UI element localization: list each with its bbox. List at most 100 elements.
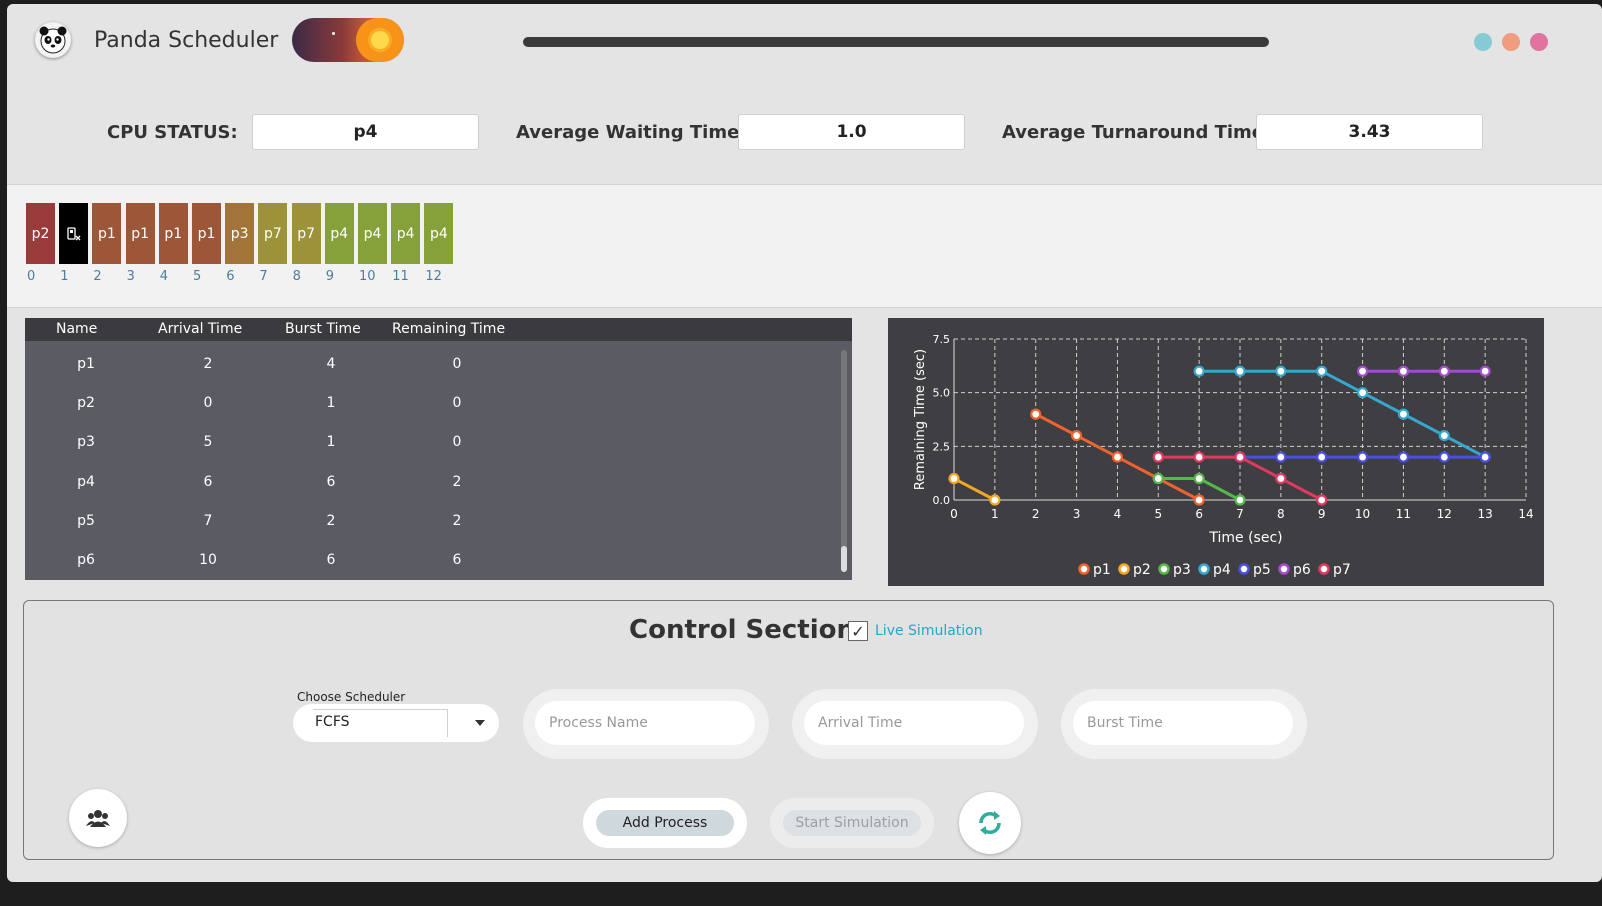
table-row[interactable]: p3 5 1 0 (25, 423, 837, 462)
data-point-p3 (1193, 472, 1205, 485)
chart-y-tick-label: 7.5 (933, 333, 951, 346)
data-point-p6 (1356, 365, 1369, 377)
table-header: Name Arrival Time Burst Time Remaining T… (25, 318, 852, 341)
gantt-tick-label: 8 (292, 269, 301, 284)
table-cell: 6 (326, 473, 336, 490)
users-button[interactable] (69, 789, 127, 847)
add-process-button[interactable]: Add Process (596, 810, 734, 836)
app-window: Panda Scheduler CPU STATUS: p4 Average W… (7, 4, 1602, 882)
chart-x-tick-label: 7 (1236, 507, 1244, 521)
data-point-p4 (1193, 365, 1205, 377)
legend-label-p2[interactable]: p2 (1133, 562, 1151, 578)
scheduler-selected-value: FCFS (315, 714, 350, 730)
legend-label-p6[interactable]: p6 (1293, 562, 1311, 578)
data-point-p2 (989, 494, 1001, 506)
table-cell: 2 (452, 512, 462, 529)
data-point-p4 (1275, 365, 1287, 377)
control-section: Control Section ✓ Live Simulation Choose… (23, 600, 1554, 860)
legend-label-p3[interactable]: p3 (1173, 562, 1191, 578)
window-dot-orange[interactable] (1502, 33, 1520, 51)
table-cell: 0 (452, 434, 462, 451)
legend-marker-p4 (1198, 563, 1210, 575)
data-point-p6 (1479, 365, 1491, 377)
table-cell: 6 (326, 552, 336, 568)
table-row[interactable]: p2 0 1 0 (25, 384, 837, 423)
table-scrollbar[interactable] (841, 350, 847, 572)
data-point-p5 (1316, 451, 1328, 463)
column-header-name[interactable]: Name (56, 321, 97, 337)
data-point-p7 (1193, 451, 1205, 463)
column-header-remaining-time[interactable]: Remaining Time (392, 321, 505, 337)
table-cell: 0 (203, 395, 213, 412)
legend-marker-p6 (1278, 563, 1290, 575)
gantt-block: p1 (125, 203, 155, 264)
data-point-p4 (1397, 408, 1410, 420)
burst-time-input[interactable] (1073, 701, 1293, 745)
table-row[interactable]: p5 7 2 2 (25, 502, 837, 541)
table-cell: p6 (77, 552, 95, 568)
table-cell: 1 (326, 434, 336, 451)
data-point-p5 (1438, 451, 1450, 463)
process-name-input[interactable] (535, 701, 755, 745)
chart-y-tick-label: 0.0 (933, 494, 951, 507)
chart-x-tick-label: 1 (991, 507, 999, 521)
gantt-block: p7 (291, 203, 321, 264)
column-header-burst-time[interactable]: Burst Time (285, 321, 361, 337)
legend-label-p4[interactable]: p4 (1213, 562, 1231, 578)
theme-toggle[interactable] (292, 18, 404, 62)
window-dot-cyan[interactable] (1474, 33, 1492, 51)
chart-y-axis-label: Remaining Time (sec) (913, 349, 928, 490)
gantt-block: p3 (225, 203, 255, 264)
table-row[interactable]: p6 10 6 6 (25, 541, 837, 580)
table-cell: 10 (199, 552, 217, 568)
refresh-icon (979, 811, 1001, 835)
table-row[interactable]: p1 2 4 0 (25, 345, 837, 384)
data-point-p5 (1479, 451, 1491, 463)
chart-x-axis-label: Time (sec) (1208, 530, 1282, 546)
table-cell: 6 (203, 473, 213, 490)
table-cell: p3 (77, 434, 95, 451)
window-dot-pink[interactable] (1530, 33, 1548, 51)
app-title: Panda Scheduler (94, 28, 279, 53)
idle-cpu-icon (67, 226, 81, 240)
gantt-tick-label: 6 (226, 269, 235, 284)
average-waiting-time-value: 1.0 (738, 114, 965, 150)
gantt-tick-label: 2 (93, 269, 102, 284)
gantt-tick-label: 0 (27, 269, 36, 284)
gantt-tick-label: 12 (425, 269, 442, 284)
chart-y-tick-label: 5.0 (933, 387, 951, 400)
series-line-p2 (953, 477, 996, 502)
legend-marker-p1 (1078, 563, 1090, 575)
reset-button[interactable] (959, 792, 1021, 854)
column-header-arrival-time[interactable]: Arrival Time (158, 321, 242, 337)
scheduler-label: Choose Scheduler (297, 690, 406, 704)
table-cell: 1 (326, 395, 336, 412)
average-turnaround-time-label: Average Turnaround Time: (1002, 122, 1272, 143)
legend-label-p1[interactable]: p1 (1093, 562, 1111, 578)
simulation-progress-bar (523, 37, 1269, 47)
cpu-status-value: p4 (252, 114, 479, 150)
legend-label-p7[interactable]: p7 (1333, 562, 1351, 578)
data-point-p5 (1356, 451, 1369, 463)
table-row[interactable]: p4 6 6 2 (25, 463, 837, 502)
data-point-p4 (1234, 365, 1246, 377)
live-simulation-label[interactable]: Live Simulation (875, 623, 983, 639)
gantt-tick-label: 1 (60, 269, 69, 284)
gantt-block: p7 (258, 203, 288, 264)
arrival-time-input[interactable] (804, 701, 1024, 745)
legend-label-p5[interactable]: p5 (1253, 562, 1271, 578)
table-cell: 2 (203, 356, 213, 372)
gantt-block: p2 (26, 203, 55, 264)
table-cell: 2 (326, 512, 336, 529)
live-simulation-checkbox[interactable]: ✓ (848, 621, 868, 641)
gantt-block-idle (59, 203, 89, 264)
process-name-field-wrap (523, 689, 769, 759)
start-simulation-button[interactable]: Start Simulation (783, 810, 921, 836)
gantt-block: p1 (192, 203, 221, 264)
chart-x-tick-label: 3 (1073, 507, 1081, 521)
gantt-tick-label: 4 (159, 269, 169, 284)
scheduler-select[interactable]: FCFS (293, 704, 499, 742)
chart-x-tick-label: 13 (1478, 507, 1493, 521)
gantt-block: p4 (358, 203, 387, 264)
table-scrollbar-thumb[interactable] (841, 546, 847, 572)
